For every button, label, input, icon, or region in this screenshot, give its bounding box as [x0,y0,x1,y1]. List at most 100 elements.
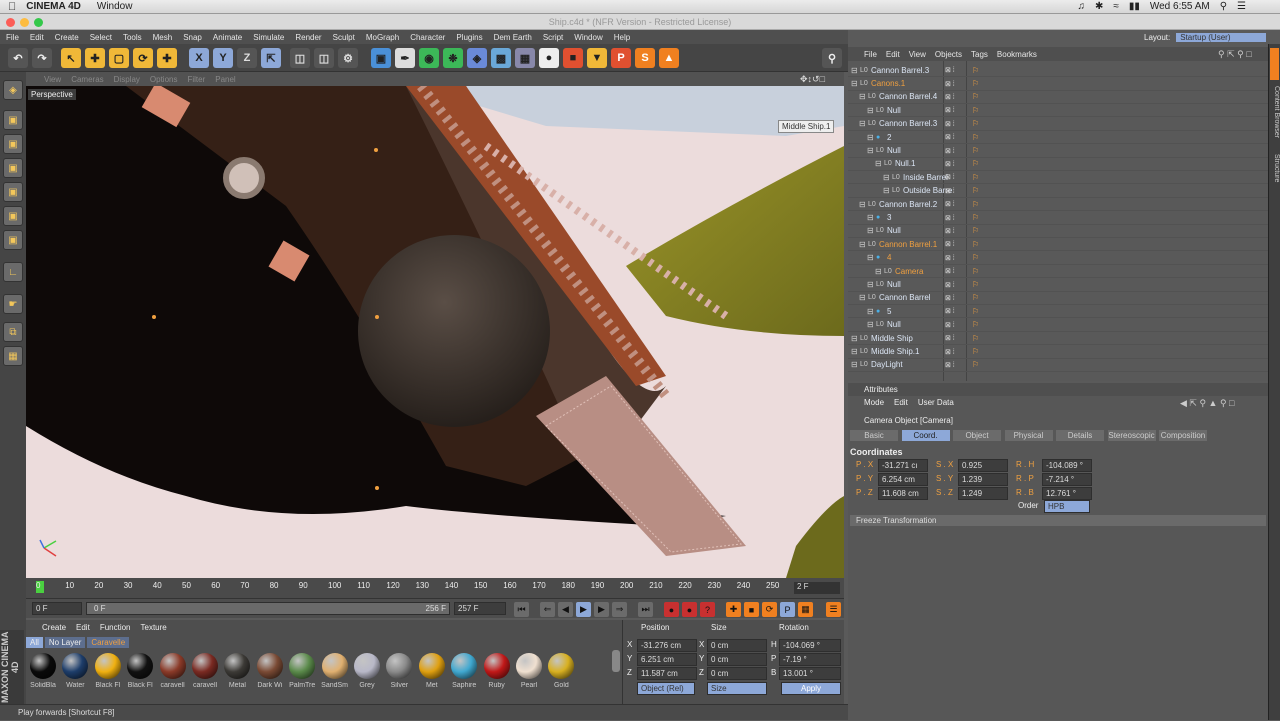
floor-icon[interactable]: ▩ [491,48,511,68]
attr-scale-field[interactable]: 1.239 [958,473,1008,486]
tag-icon[interactable]: ⚐ [972,334,979,343]
attr-position-field[interactable]: -31.271 cı [878,459,928,472]
attributes-tab-object[interactable]: Object [953,430,1001,441]
object-name[interactable]: Cannon Barrel.4 [879,92,937,101]
object-name[interactable]: DayLight [871,360,903,369]
search-icon[interactable]: ⚲ [822,48,842,68]
render-picture-viewer-icon[interactable]: ◫ [314,48,334,68]
pen-spline-icon[interactable]: ✒ [395,48,415,68]
go-to-end-icon[interactable]: ⏭ [638,602,653,617]
tree-expander-icon[interactable]: ⊟ [867,213,874,222]
visibility-icon[interactable]: ⊠ ⁞ [945,348,955,356]
dock-objects-tab[interactable] [1270,48,1279,80]
visibility-icon[interactable]: ⊠ ⁞ [945,93,955,101]
audio-icon[interactable]: ♫ [1077,1,1085,12]
layout-dropdown[interactable]: Startup (User) [1176,32,1267,42]
cube-icon[interactable]: ▣ [371,48,391,68]
tag-icon[interactable]: ⚐ [972,320,979,329]
visibility-icon[interactable]: ⊠ ⁞ [945,281,955,289]
frame-range-slider[interactable]: 0 F 256 F [86,602,450,615]
tag-icon[interactable]: ⚐ [972,173,979,182]
tree-expander-icon[interactable]: ⊟ [867,146,874,155]
menu-dem-earth[interactable]: Dem Earth [494,33,532,42]
visibility-icon[interactable]: ⊠ ⁞ [945,294,955,302]
3d-viewport[interactable]: Perspective Middle Ship.1 [26,86,844,578]
tag-icon[interactable]: ⚐ [972,66,979,75]
material-swatch[interactable] [418,653,445,679]
tag-icon[interactable]: ⚐ [972,267,979,276]
material-swatch[interactable] [256,653,283,679]
tag-icon[interactable]: ⚐ [972,293,979,302]
material-swatch[interactable] [94,653,121,679]
visibility-icon[interactable]: ⊠ ⁞ [945,66,955,74]
scheme-icon[interactable]: ☰ [826,602,841,617]
redo-icon[interactable]: ↷ [32,48,52,68]
attributes-tab-details[interactable]: Details [1056,430,1104,441]
search-icon[interactable]: ⚲ [1220,1,1227,12]
coord-rotation-field[interactable]: -7.19 ° [779,653,841,666]
object-row[interactable]: ⊟ L0 Cannon Barrel.3 ⊠ ⁞ ⚐ [848,64,1268,78]
scale-icon[interactable]: ▢ [109,48,129,68]
object-row[interactable]: ⊟ L0 Cannon Barrel.2 ⊠ ⁞ ⚐ [848,198,1268,212]
object-manager-tools-icon[interactable]: ⚲ ⇱ ⚲ □ [1218,49,1252,60]
om-menu-file[interactable]: File [864,50,877,59]
coord-rotation-field[interactable]: -104.069 ° [779,639,841,652]
wifi-icon[interactable]: ≈ [1113,1,1119,12]
material-menu-texture[interactable]: Texture [141,623,167,632]
make-editable-icon[interactable]: ◈ [3,80,23,100]
points-mode-icon[interactable]: ▣ [3,182,23,202]
tree-expander-icon[interactable]: ⊟ [851,360,858,369]
object-row[interactable]: ⊟ ● 5 ⊠ ⁞ ⚐ [848,305,1268,319]
list-icon[interactable]: ☰ [1237,1,1246,12]
start-frame-field[interactable]: 0 F [32,602,82,615]
object-row[interactable]: ⊟ L0 DayLight ⊠ ⁞ ⚐ [848,359,1268,373]
attributes-menu-edit[interactable]: Edit [894,398,908,407]
visibility-icon[interactable]: ⊠ ⁞ [945,160,955,168]
model-mode-icon[interactable]: ▣ [3,110,23,130]
object-name[interactable]: Null [887,280,901,289]
tree-expander-icon[interactable]: ⊟ [867,133,874,142]
menu-script[interactable]: Script [543,33,563,42]
material-filter[interactable]: Caravelle [87,637,130,648]
object-name[interactable]: Middle Ship [871,334,913,343]
object-name[interactable]: Cannon Barrel [879,293,931,302]
axis-mode-icon[interactable]: ∟ [3,262,23,282]
previous-key-icon[interactable]: ⇐ [540,602,555,617]
minimize-icon[interactable] [20,18,29,27]
x-axis-icon[interactable]: X [189,48,209,68]
visibility-icon[interactable]: ⊠ ⁞ [945,106,955,114]
object-name[interactable]: Null [887,106,901,115]
material-swatch[interactable] [192,653,218,679]
visibility-icon[interactable]: ⊠ ⁞ [945,147,955,155]
menu-plugins[interactable]: Plugins [456,33,482,42]
visibility-icon[interactable]: ⊠ ⁞ [945,240,955,248]
material-swatch[interactable] [159,653,186,679]
visibility-icon[interactable]: ⊠ ⁞ [945,227,955,235]
tag-icon[interactable]: ⚐ [972,226,979,235]
object-row[interactable]: ⊟ L0 Middle Ship.1 ⊠ ⁞ ⚐ [848,345,1268,359]
light-icon[interactable]: ● [539,48,559,68]
attr-scale-field[interactable]: 0.925 [958,459,1008,472]
viewport-menu-filter[interactable]: Filter [187,75,205,84]
tree-expander-icon[interactable]: ⊟ [867,106,874,115]
visibility-icon[interactable]: ⊠ ⁞ [945,187,955,195]
material-filter[interactable]: No Layer [44,637,86,648]
menu-character[interactable]: Character [410,33,445,42]
visibility-icon[interactable]: ⊠ ⁞ [945,173,955,181]
tree-expander-icon[interactable]: ⊟ [883,186,890,195]
go-to-start-icon[interactable]: ⏮ [514,602,529,617]
material-swatch[interactable] [321,653,348,679]
om-menu-bookmarks[interactable]: Bookmarks [997,50,1037,59]
tree-expander-icon[interactable]: ⊟ [859,92,866,101]
coord-position-field[interactable]: 11.587 cm [637,667,697,680]
scale-key-icon[interactable]: ■ [744,602,759,617]
apple-icon[interactable]:  [8,1,16,13]
material-swatch[interactable] [289,653,316,679]
coord-size-field[interactable]: 0 cm [707,667,767,680]
tag-icon[interactable]: ⚐ [972,79,979,88]
visibility-icon[interactable]: ⊠ ⁞ [945,334,955,342]
object-name[interactable]: 2 [887,133,891,142]
menu-create[interactable]: Create [55,33,79,42]
parameter-key-icon[interactable]: P [780,602,795,617]
size-mode-dropdown[interactable]: Size [707,682,767,695]
